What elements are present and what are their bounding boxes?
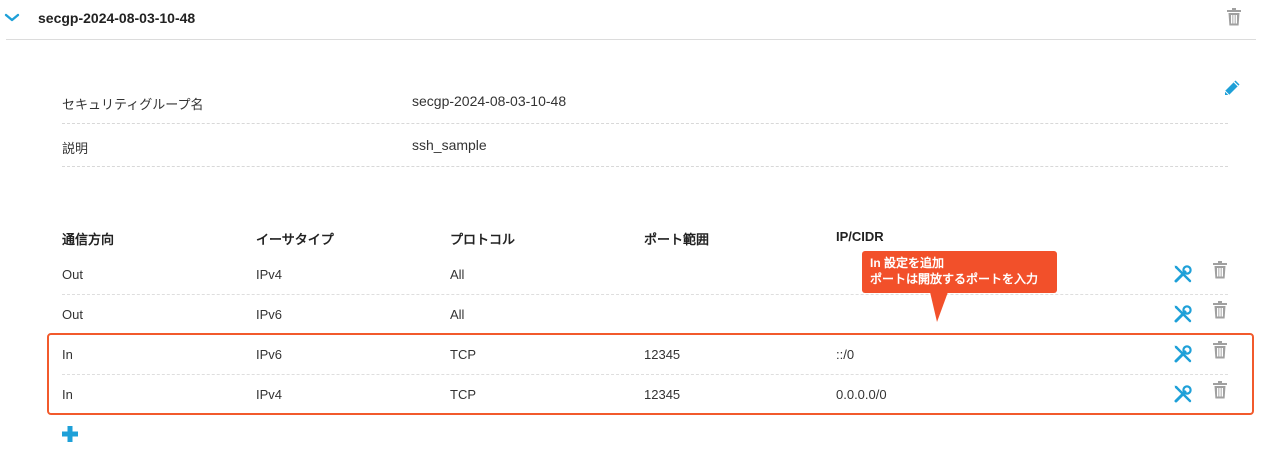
callout-line-2: ポートは開放するポートを入力: [870, 272, 1039, 286]
rule-direction: Out: [62, 267, 83, 282]
column-header-protocol: プロトコル: [450, 232, 516, 247]
pencil-icon[interactable]: [1222, 78, 1242, 98]
delete-group-trash-icon[interactable]: [1227, 8, 1241, 26]
rule-cidr: 0.0.0.0/0: [836, 387, 887, 402]
trash-icon[interactable]: [1213, 261, 1227, 279]
chevron-down-icon[interactable]: [4, 11, 20, 25]
description-value: ssh_sample: [412, 137, 487, 153]
rule-port: 12345: [644, 387, 681, 402]
rule-cidr: ::/0: [836, 347, 855, 362]
trash-icon[interactable]: [1213, 341, 1227, 359]
row-divider: [62, 294, 1228, 295]
rule-ethertype: IPv4: [256, 267, 283, 282]
group-title: secgp-2024-08-03-10-48: [38, 10, 196, 26]
wrench-screwdriver-icon[interactable]: [1172, 303, 1194, 325]
rule-ethertype: IPv4: [256, 387, 283, 402]
rule-protocol: All: [450, 307, 465, 322]
rule-direction: Out: [62, 307, 83, 322]
security-group-name-label: セキュリティグループ名: [62, 97, 204, 112]
column-header-port-range: ポート範囲: [644, 232, 710, 247]
row-divider: [62, 374, 1228, 375]
rule-ethertype: IPv6: [256, 307, 283, 322]
security-group-name-value: secgp-2024-08-03-10-48: [412, 93, 567, 109]
info-divider: [62, 166, 1228, 167]
rule-port: 12345: [644, 347, 681, 362]
rule-direction: In: [62, 387, 73, 402]
trash-icon[interactable]: [1213, 381, 1227, 399]
rule-direction: In: [62, 347, 73, 362]
plus-icon[interactable]: [60, 424, 80, 444]
wrench-screwdriver-icon[interactable]: [1172, 263, 1194, 285]
callout-annotation: In 設定を追加 ポートは開放するポートを入力: [862, 251, 1057, 293]
column-header-ethertype: イーサタイプ: [256, 232, 334, 247]
info-divider: [62, 123, 1228, 124]
rule-protocol: TCP: [450, 387, 476, 402]
description-label: 説明: [62, 141, 89, 156]
column-header-ip-cidr: IP/CIDR: [836, 229, 884, 244]
rule-protocol: All: [450, 267, 465, 282]
wrench-screwdriver-icon[interactable]: [1172, 343, 1194, 365]
rule-ethertype: IPv6: [256, 347, 283, 362]
callout-line-1: In 設定を追加: [870, 256, 944, 270]
callout-pointer: [930, 292, 948, 322]
rule-protocol: TCP: [450, 347, 476, 362]
trash-icon[interactable]: [1213, 301, 1227, 319]
header-divider: [6, 39, 1256, 40]
column-header-direction: 通信方向: [62, 232, 115, 247]
wrench-screwdriver-icon[interactable]: [1172, 383, 1194, 405]
